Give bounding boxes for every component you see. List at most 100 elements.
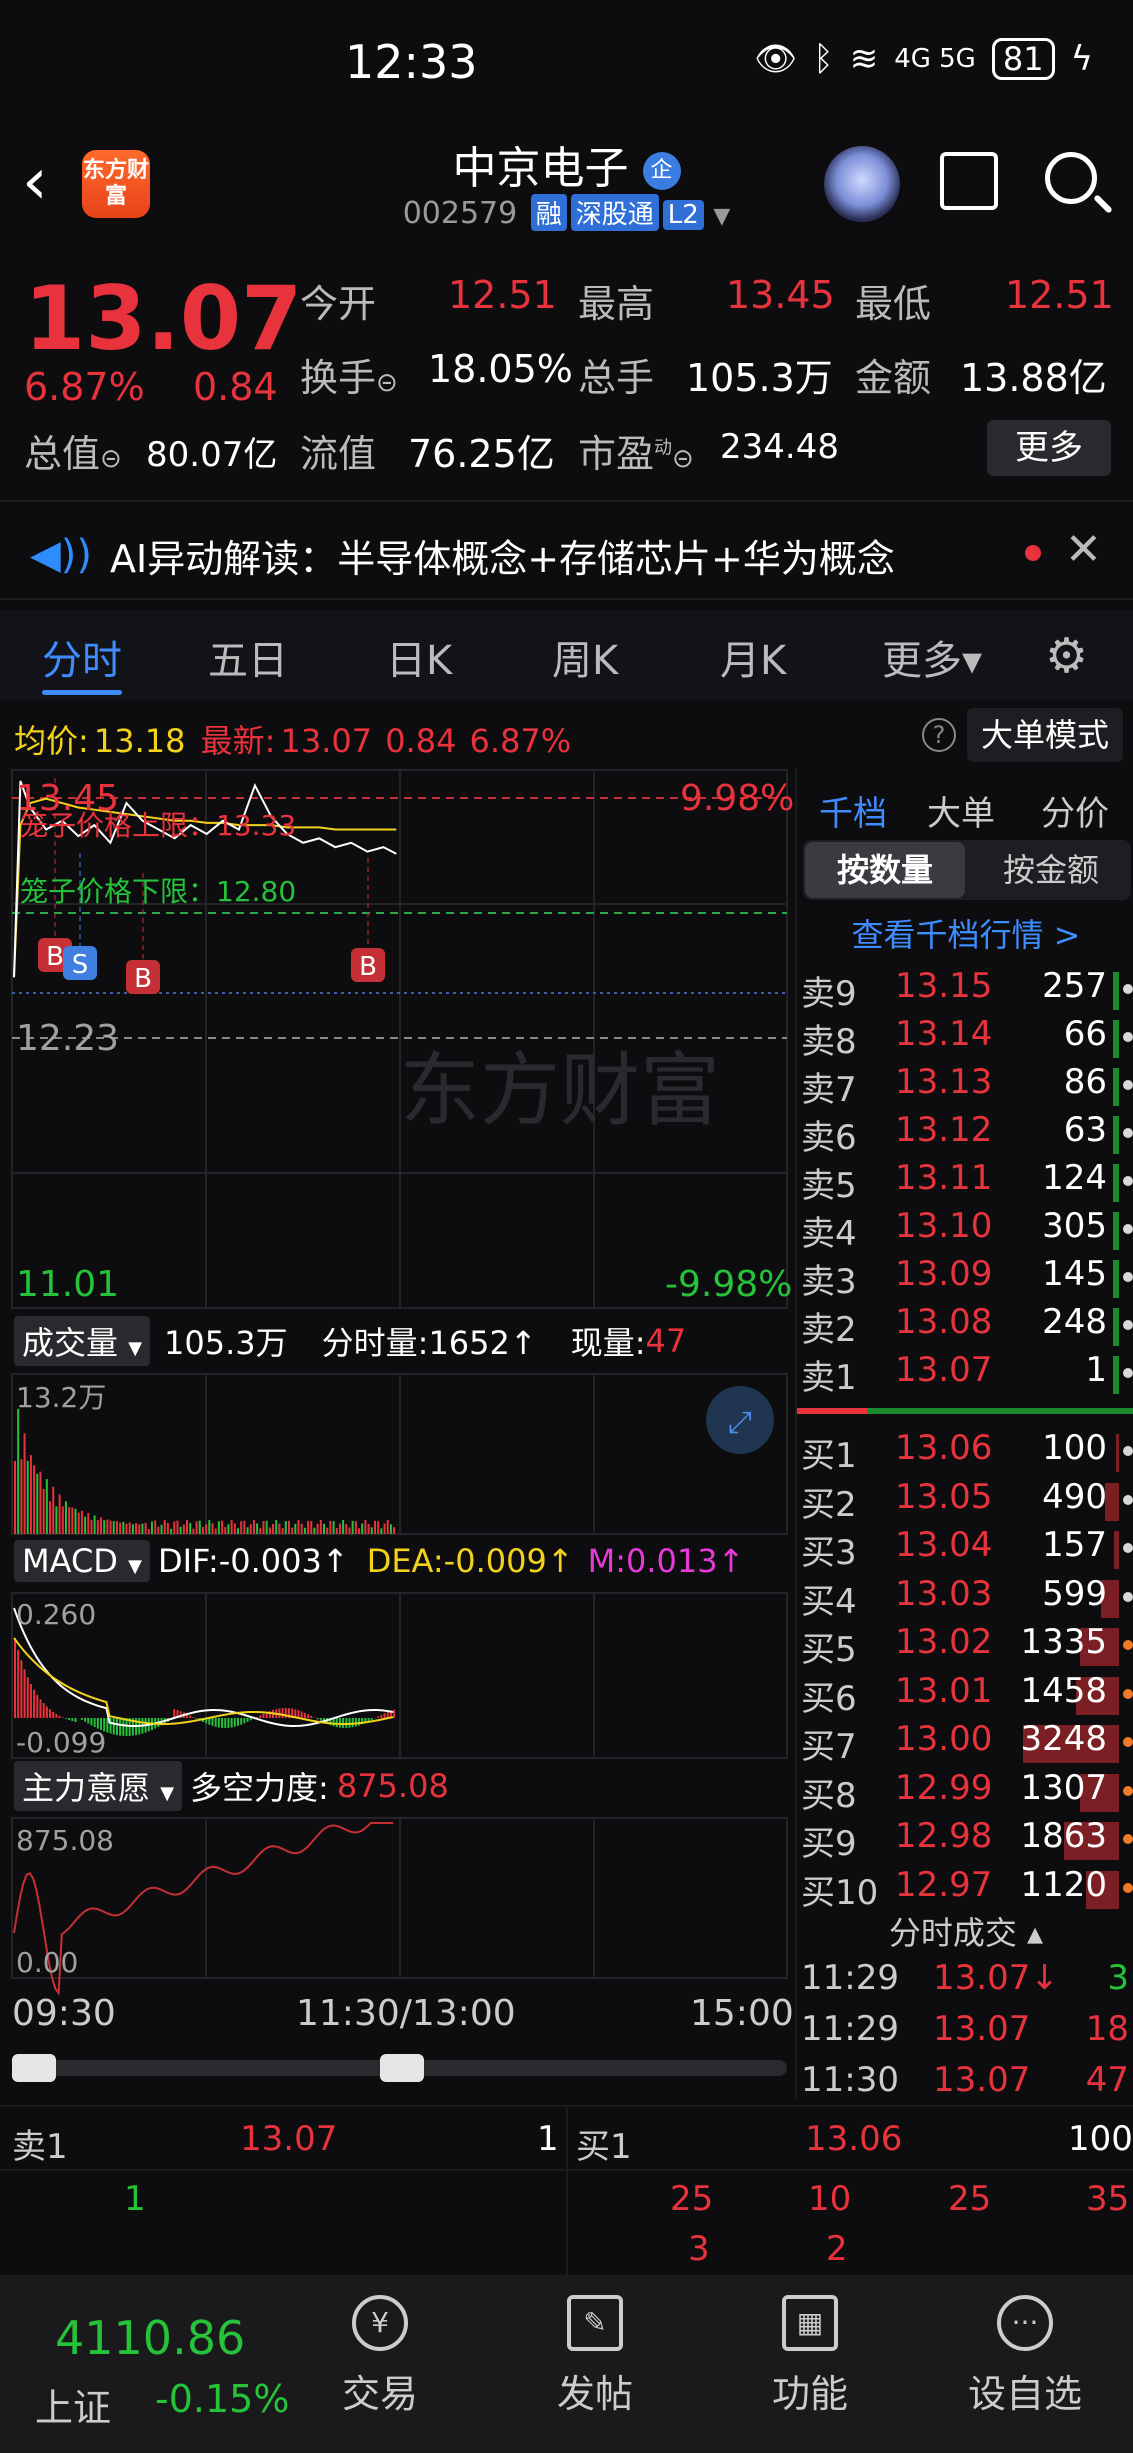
- tab-price-dist[interactable]: 分价: [1041, 786, 1109, 835]
- chart-area[interactable]: 东方财富 B S B B ⤢ 13.45 9.98% 笼子价格上限：13.33 …: [0, 768, 794, 2098]
- book-level-volume: 305: [1042, 1206, 1107, 1246]
- book-marker-dot: [1123, 1224, 1133, 1234]
- bid-row[interactable]: 买5 13.02 1335: [797, 1622, 1133, 1670]
- macd-bar: [370, 1718, 373, 1720]
- ask-row[interactable]: 卖2 13.08 248: [797, 1302, 1133, 1350]
- share-icon[interactable]: [940, 152, 998, 210]
- bid-row[interactable]: 买7 13.00 3248: [797, 1719, 1133, 1767]
- dropdown-icon[interactable]: ▼: [713, 204, 730, 229]
- tab-big-orders[interactable]: 大单: [927, 786, 995, 835]
- intraday-chart-svg[interactable]: 东方财富 B S B B ⤢: [0, 768, 790, 2098]
- tab-daily-k[interactable]: 日K: [386, 628, 452, 686]
- ask-row[interactable]: 卖4 13.10 305: [797, 1206, 1133, 1254]
- main-force-select[interactable]: 主力意愿 ▼: [14, 1761, 183, 1811]
- bid-row[interactable]: 买9 12.98 1863: [797, 1816, 1133, 1864]
- bid-row[interactable]: 买6 13.01 1458: [797, 1671, 1133, 1719]
- macd-bar: [303, 1712, 306, 1718]
- marker-b2-label: B: [134, 964, 152, 994]
- scroll-handle-left[interactable]: [12, 2054, 56, 2082]
- volume-bar: [233, 1523, 236, 1534]
- ask-row[interactable]: 卖3 13.09 145: [797, 1254, 1133, 1302]
- volume-bar: [373, 1520, 376, 1534]
- nav-add-watchlist[interactable]: ··· 设自选: [955, 2295, 1095, 2418]
- volume-bar: [192, 1528, 195, 1534]
- tab-depth[interactable]: 千档: [819, 786, 887, 835]
- volume-indicator-select[interactable]: 成交量 ▼: [14, 1316, 151, 1366]
- tab-more[interactable]: 更多▾: [882, 628, 982, 686]
- book-marker-dot: [1123, 1640, 1133, 1650]
- scroll-handle-right[interactable]: [380, 2054, 424, 2082]
- bid-row[interactable]: 买1 13.06 100: [797, 1428, 1133, 1476]
- book-marker-dot: [1123, 1446, 1133, 1456]
- close-icon[interactable]: ✕: [1065, 524, 1102, 575]
- macd-bar: [338, 1718, 341, 1728]
- pct-bot-label: -9.98%: [665, 1264, 793, 1305]
- ask-volume-bar: [1113, 1020, 1119, 1058]
- book-level-price: 12.99: [895, 1767, 993, 1808]
- ask-row[interactable]: 卖5 13.11 124: [797, 1158, 1133, 1206]
- ask-row[interactable]: 卖6 13.12 63: [797, 1110, 1133, 1158]
- book-level-label: 买6: [801, 1678, 857, 1719]
- nav-functions[interactable]: ▦ 功能: [740, 2295, 880, 2418]
- macd-bar: [233, 1718, 236, 1727]
- tab-five-day[interactable]: 五日: [208, 628, 288, 686]
- big-order-mode-button[interactable]: 大单模式: [967, 708, 1123, 762]
- pe-label[interactable]: 市盈动⊝: [578, 423, 694, 478]
- watermark-text: 东方财富: [400, 1046, 720, 1135]
- view-depth-link[interactable]: 查看千档行情 >: [797, 910, 1133, 956]
- time-mid: 11:30/13:00: [296, 1993, 516, 2034]
- bid-row[interactable]: 买10 12.97 1120: [797, 1865, 1133, 1913]
- tick-time: 11:29: [801, 2009, 899, 2049]
- volume-bar: [166, 1522, 169, 1534]
- ai-insight-text[interactable]: AI异动解读：半导体概念+存储芯片+华为概念: [110, 528, 895, 583]
- tab-monthly-k[interactable]: 月K: [720, 628, 786, 686]
- order-book-panel: 千档 大单 分价 按数量 按金额 查看千档行情 > 卖9 13.15 257 卖8 13…: [795, 768, 1133, 2100]
- book-level-price: 13.11: [895, 1158, 993, 1198]
- bid-row[interactable]: 买8 12.99 1307: [797, 1768, 1133, 1816]
- nav-trade[interactable]: ¥ 交易: [310, 2295, 450, 2418]
- bid-row[interactable]: 买2 13.05 490: [797, 1477, 1133, 1525]
- ask-volume-bar: [1113, 972, 1119, 1010]
- nav-post[interactable]: ✎ 发帖: [525, 2295, 665, 2418]
- bid-row[interactable]: 买3 13.04 157: [797, 1525, 1133, 1573]
- macd-bar: [214, 1718, 217, 1727]
- force-top-label: 875.08: [16, 1824, 114, 1857]
- turnover-label[interactable]: 换手⊝: [300, 347, 398, 402]
- volume-bar: [179, 1526, 182, 1534]
- macd-indicator-select[interactable]: MACD ▼: [14, 1540, 150, 1582]
- volume-bar: [23, 1433, 26, 1534]
- book-marker-dot: [1123, 1785, 1133, 1796]
- index-name[interactable]: 上证: [35, 2377, 111, 2432]
- chart-info-row: 均价: 13.18 最新: 13.07 0.84 6.87% ? 大单模式: [0, 708, 1133, 768]
- by-quantity-button[interactable]: 按数量: [805, 842, 965, 898]
- bid-row[interactable]: 买4 13.03 599: [797, 1574, 1133, 1622]
- more-button[interactable]: 更多: [987, 420, 1111, 476]
- book-marker-dot: [1123, 984, 1133, 994]
- gear-icon[interactable]: ⚙: [1045, 628, 1088, 684]
- tab-intraday[interactable]: 分时: [42, 628, 122, 686]
- help-icon[interactable]: ?: [922, 718, 956, 752]
- tab-weekly-k[interactable]: 周K: [552, 628, 618, 686]
- ask-row[interactable]: 卖8 13.14 66: [797, 1014, 1133, 1062]
- ask-row[interactable]: 卖7 13.13 86: [797, 1062, 1133, 1110]
- ask-row[interactable]: 卖9 13.15 257: [797, 966, 1133, 1014]
- macd-bar: [300, 1711, 303, 1718]
- macd-bar: [29, 1683, 32, 1718]
- volume-bar: [323, 1523, 326, 1534]
- volume-bar: [36, 1473, 39, 1534]
- ticks-title[interactable]: 分时成交 ▴: [797, 1908, 1133, 1954]
- book-marker-dot: [1123, 1494, 1133, 1505]
- ask-row[interactable]: 卖1 13.07 1: [797, 1350, 1133, 1398]
- index-value[interactable]: 4110.86: [55, 2311, 245, 2365]
- ai-insight-bar[interactable]: ◀)) AI异动解读：半导体概念+存储芯片+华为概念 ✕: [0, 500, 1133, 600]
- by-amount-button[interactable]: 按金额: [971, 842, 1131, 898]
- volume-bar: [68, 1507, 71, 1534]
- bid-queue-item: 2: [826, 2229, 848, 2269]
- volume-bar: [138, 1524, 141, 1534]
- mktcap-label[interactable]: 总值⊝: [24, 423, 122, 478]
- ai-robot-icon[interactable]: [824, 146, 900, 222]
- volume-bar: [119, 1522, 122, 1534]
- volume-bar: [307, 1521, 310, 1534]
- search-icon[interactable]: [1045, 152, 1097, 204]
- macd-bar: [17, 1649, 20, 1718]
